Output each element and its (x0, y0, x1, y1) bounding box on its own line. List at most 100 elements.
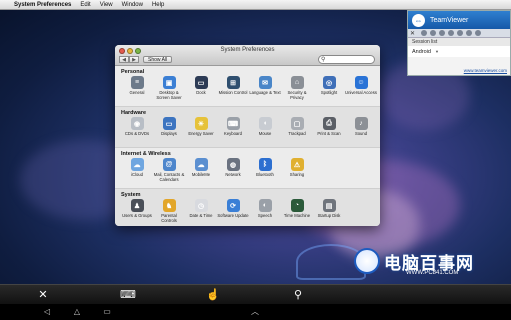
mouse-button[interactable]: ☝ (206, 288, 220, 302)
mouse-icon: ◖ (258, 117, 272, 130)
android-recent-button[interactable]: ▭ (100, 306, 114, 318)
pref-universal-access[interactable]: ☺ Universal Access (345, 76, 377, 106)
time-machine-icon: ◔ (290, 199, 304, 212)
pref-mobileme[interactable]: ☁ MobileMe (185, 158, 217, 188)
pref-bluetooth[interactable]: ᛒ Bluetooth (249, 158, 281, 188)
pref-startup-disk[interactable]: ▤ Startup Disk (313, 199, 345, 226)
startup-disk-icon: ▤ (322, 199, 336, 212)
pref-row: ♟ Users & Groups ♞ Parental Controls ◷ Date &… (121, 199, 374, 226)
session-item[interactable]: Android ▼ (408, 46, 510, 57)
remote-toolbar: ✕ ⌨ ☝ ⚲ (0, 284, 511, 304)
pref-mouse[interactable]: ◖ Mouse (249, 117, 281, 147)
menu-window[interactable]: Window (122, 2, 143, 8)
pref-label: Language & Text (249, 90, 281, 95)
cd-icon: ◉ (130, 117, 144, 130)
pref-date-time[interactable]: ◷ Date & Time (185, 199, 217, 226)
pref-dock[interactable]: ▭ Dock (185, 76, 217, 106)
pref-label: Spotlight (320, 90, 338, 95)
teamviewer-toolbar: ✕ (408, 29, 510, 38)
pref-label: Dock (196, 90, 206, 95)
pref-software-update[interactable]: ⟳ Software Update (217, 199, 249, 226)
keyboard-button[interactable]: ⌨ (120, 288, 136, 302)
pref-language[interactable]: ✉ Language & Text (249, 76, 281, 106)
pref-sharing[interactable]: ⚠ Sharing (281, 158, 313, 188)
pref-spotlight[interactable]: ◎ Spotlight (313, 76, 345, 106)
parental-controls-icon: ♞ (162, 199, 176, 212)
menu-edit[interactable]: Edit (80, 2, 90, 8)
menu-app-name[interactable]: System Preferences (14, 2, 71, 8)
back-button[interactable]: ◀ (119, 56, 129, 63)
dock-icon: ▭ (194, 76, 208, 89)
teamviewer-logo-icon: ⇔ (412, 13, 425, 27)
tool-icon[interactable] (439, 30, 445, 36)
section-personal: Personal ≡ General ▣ Desktop & Screen Saver ▭… (115, 66, 380, 107)
pref-label: General (129, 90, 145, 95)
pref-icloud[interactable]: ☁ iCloud (121, 158, 153, 188)
security-icon: ⌂ (290, 76, 304, 89)
tool-icon[interactable] (430, 30, 436, 36)
pref-row: ◉ CDs & DVDs ▭ Displays ☀ Energy Saver ⌨ Keyboa… (121, 117, 374, 147)
energy-saver-icon: ☀ (194, 117, 208, 130)
pref-row: ≡ General ▣ Desktop & Screen Saver ▭ Dock ⊞ Mis… (121, 76, 377, 106)
tool-icon[interactable] (448, 30, 454, 36)
android-menu-button[interactable]: ︿ (248, 306, 262, 318)
pref-label: Universal Access (345, 90, 377, 95)
search-icon: ⚲ (321, 57, 326, 63)
pref-keyboard[interactable]: ⌨ Keyboard (217, 117, 249, 147)
pref-mission-control[interactable]: ⊞ Mission Control (217, 76, 249, 106)
tool-icon[interactable] (457, 30, 463, 36)
bluetooth-icon: ᛒ (258, 158, 272, 171)
pref-label: Mission Control (218, 90, 248, 95)
pref-network[interactable]: ◍ Network (217, 158, 249, 188)
pref-displays[interactable]: ▭ Displays (153, 117, 185, 147)
mobileme-icon: ☁ (194, 158, 208, 171)
close-connection-button[interactable]: ✕ (36, 288, 50, 302)
menu-help[interactable]: Help (152, 2, 164, 8)
session-list-label: Session list (408, 38, 510, 46)
pref-label: Energy Saver (188, 131, 214, 136)
pref-label: Displays (161, 131, 177, 136)
users-icon: ♟ (130, 199, 144, 212)
section-title: Personal (121, 69, 145, 75)
forward-button[interactable]: ▶ (129, 56, 139, 63)
pref-label: Keyboard (224, 131, 242, 136)
search-input[interactable]: ⚲ (318, 55, 375, 64)
pref-security[interactable]: ⌂ Security & Privacy (281, 76, 313, 106)
pref-speech[interactable]: ◐ Speech (249, 199, 281, 226)
dropdown-icon[interactable]: ▼ (435, 49, 439, 54)
tool-icon[interactable] (421, 30, 427, 36)
pref-parental-controls[interactable]: ♞ Parental Controls (153, 199, 185, 226)
pref-time-machine[interactable]: ◔ Time Machine (281, 199, 313, 226)
close-session-button[interactable]: ✕ (408, 30, 417, 37)
displays-icon: ▭ (162, 117, 176, 130)
teamviewer-link[interactable]: www.teamviewer.com (464, 68, 507, 73)
section-internet-wireless: Internet & Wireless ☁ iCloud @ Mail, Contact… (115, 148, 380, 189)
nav-buttons: ◀ ▶ (119, 56, 139, 63)
pref-users[interactable]: ♟ Users & Groups (121, 199, 153, 226)
section-title: System (121, 192, 141, 198)
pref-label: MobileMe (191, 172, 211, 177)
zoom-button[interactable]: ⚲ (291, 288, 305, 302)
android-home-button[interactable]: △ (70, 306, 84, 318)
pref-general[interactable]: ≡ General (121, 76, 153, 106)
pref-cd[interactable]: ◉ CDs & DVDs (121, 117, 153, 147)
show-all-button[interactable]: Show All (143, 56, 173, 63)
pref-energy-saver[interactable]: ☀ Energy Saver (185, 117, 217, 147)
pref-mail[interactable]: @ Mail, Contacts & Calendars (153, 158, 185, 188)
icloud-icon: ☁ (130, 158, 144, 171)
pref-sound[interactable]: ♪ Sound (345, 117, 377, 147)
system-preferences-window: System Preferences ◀ ▶ Show All ⚲ Person… (115, 45, 380, 226)
pref-label: Print & Scan (317, 131, 341, 136)
pref-label: Sharing (289, 172, 305, 177)
menu-view[interactable]: View (100, 2, 113, 8)
pref-desktop[interactable]: ▣ Desktop & Screen Saver (153, 76, 185, 106)
pref-trackpad[interactable]: ▢ Trackpad (281, 117, 313, 147)
pref-label: Date & Time (189, 213, 213, 218)
spotlight-icon: ◎ (322, 76, 336, 89)
android-back-button[interactable]: ◁ (40, 306, 54, 318)
tool-icon[interactable] (466, 30, 472, 36)
pref-label: Parental Controls (161, 213, 177, 223)
pref-printer[interactable]: ⎙ Print & Scan (313, 117, 345, 147)
window-title: System Preferences (220, 47, 275, 53)
tool-icon[interactable] (475, 30, 481, 36)
